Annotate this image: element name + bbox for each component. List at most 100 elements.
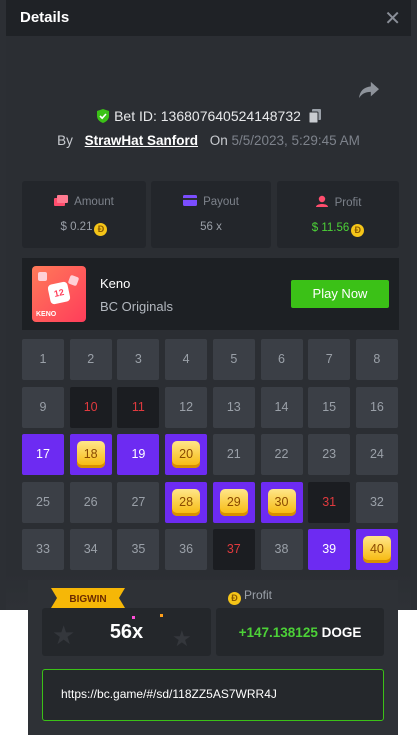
copy-icon[interactable] bbox=[308, 109, 321, 123]
on-label: On bbox=[209, 133, 228, 148]
payout-card-icon bbox=[183, 195, 198, 206]
keno-tile-33: 33 bbox=[22, 529, 64, 570]
share-link-field[interactable]: https://bc.game/#/sd/118ZZ5AS7WRR4J bbox=[42, 669, 384, 721]
thumbnail-title: KENO bbox=[36, 311, 57, 318]
bet-id-label: Bet ID: bbox=[114, 108, 157, 124]
keno-tile-26: 26 bbox=[69, 481, 112, 523]
keno-tile-36: 36 bbox=[165, 529, 208, 570]
keno-tile-29: 29 bbox=[212, 481, 255, 523]
gold-hit-tile: 29 bbox=[219, 488, 248, 516]
keno-thumbnail[interactable]: 12 KENO bbox=[32, 266, 86, 322]
keno-tile-10: 10 bbox=[69, 386, 112, 428]
keno-tile-3: 3 bbox=[117, 339, 160, 380]
result-profit-amount: +147.138125 bbox=[238, 625, 318, 640]
game-card: 12 KENO Keno BC Originals Play Now bbox=[22, 258, 399, 330]
profit-value: $ 11.56 bbox=[311, 222, 350, 234]
close-icon[interactable]: ✕ bbox=[384, 6, 401, 31]
payout-card: Payout 56 x bbox=[151, 181, 271, 248]
share-icon[interactable] bbox=[358, 80, 380, 100]
bigwin-badge-text: BIGWIN bbox=[69, 594, 106, 605]
modal-title: Details bbox=[20, 9, 70, 26]
thumbnail-dice-icon bbox=[38, 272, 47, 281]
result-currency: DOGE bbox=[321, 625, 362, 640]
keno-tile-7: 7 bbox=[308, 339, 351, 380]
keno-tile-19: 19 bbox=[117, 434, 160, 475]
bet-datetime: 5/5/2023, 5:29:45 AM bbox=[231, 133, 360, 148]
confetti-dot bbox=[132, 616, 135, 619]
keno-tile-23: 23 bbox=[308, 434, 351, 475]
gold-hit-tile: 30 bbox=[267, 488, 296, 516]
username-link[interactable]: StrawHat Sanford bbox=[85, 133, 198, 148]
by-label: By bbox=[57, 133, 73, 148]
play-now-button[interactable]: Play Now bbox=[291, 280, 389, 308]
keno-tile-15: 15 bbox=[308, 386, 351, 428]
verified-shield-icon bbox=[97, 109, 110, 123]
thumbnail-dice-icon bbox=[67, 274, 80, 287]
keno-tile-39: 39 bbox=[308, 529, 351, 570]
keno-tile-13: 13 bbox=[212, 386, 255, 428]
keno-tile-35: 35 bbox=[117, 529, 160, 570]
gold-hit-tile: 28 bbox=[172, 488, 201, 516]
modal-header: Details ✕ bbox=[6, 0, 411, 36]
keno-tile-38: 38 bbox=[260, 529, 303, 570]
game-name[interactable]: Keno bbox=[100, 276, 130, 291]
keno-tile-6: 6 bbox=[260, 339, 303, 380]
confetti-dot bbox=[160, 614, 163, 617]
keno-board: 1 2 3 4 5 6 7 8 9 10 11 12 13 14 15 16 17 18 19 20 21 22 23 24 2… bbox=[22, 339, 400, 573]
keno-tile-18: 18 bbox=[69, 434, 112, 475]
keno-tile-12: 12 bbox=[165, 386, 208, 428]
amount-card: Amount $ 0.21 Ð bbox=[22, 181, 146, 248]
payout-value: 56 x bbox=[200, 221, 222, 233]
profit-icon bbox=[315, 195, 328, 207]
share-link-url[interactable]: https://bc.game/#/sd/118ZZ5AS7WRR4J bbox=[61, 687, 277, 701]
result-profit-label: Profit bbox=[244, 588, 273, 602]
keno-tile-9: 9 bbox=[22, 386, 64, 428]
amount-label: Amount bbox=[74, 196, 114, 208]
keno-tile-14: 14 bbox=[260, 386, 303, 428]
background-right bbox=[411, 0, 417, 610]
bet-byline: By StrawHat Sanford On 5/5/2023, 5:29:45… bbox=[6, 133, 411, 148]
profit-label: Profit bbox=[334, 197, 362, 209]
keno-tile-4: 4 bbox=[165, 339, 208, 380]
profit-box: +147.138125 DOGE bbox=[216, 608, 384, 656]
keno-tile-28: 28 bbox=[165, 481, 208, 523]
thumbnail-ball-number: 12 bbox=[47, 281, 71, 305]
game-provider: BC Originals bbox=[100, 299, 173, 314]
money-icon bbox=[54, 195, 69, 206]
details-modal: Details ✕ Bet ID: 136807640524148732 By … bbox=[6, 0, 411, 610]
gold-hit-tile: 18 bbox=[76, 441, 105, 468]
bet-id-value: 136807640524148732 bbox=[160, 108, 301, 124]
keno-tile-30: 30 bbox=[260, 481, 303, 523]
keno-tile-37: 37 bbox=[212, 529, 255, 570]
result-multiplier: 56x bbox=[109, 621, 144, 643]
keno-tile-22: 22 bbox=[260, 434, 303, 475]
bet-id-line: Bet ID: 136807640524148732 bbox=[6, 108, 411, 124]
keno-tile-11: 11 bbox=[117, 386, 160, 428]
multiplier-box: ★ ★ 56x bbox=[42, 608, 211, 656]
keno-tile-17: 17 bbox=[22, 434, 64, 475]
share-panel: BIGWIN Ð Profit ★ ★ 56x +147.138125 DOGE … bbox=[28, 580, 398, 735]
keno-tile-1: 1 bbox=[22, 339, 64, 380]
keno-tile-32: 32 bbox=[355, 481, 398, 523]
keno-tile-21: 21 bbox=[212, 434, 255, 475]
amount-value: $ 0.21 bbox=[60, 221, 93, 233]
keno-tile-25: 25 bbox=[22, 481, 64, 523]
keno-tile-40: 40 bbox=[355, 529, 398, 570]
keno-tile-8: 8 bbox=[355, 339, 398, 380]
coin-icon: Ð bbox=[94, 223, 108, 236]
keno-tile-34: 34 bbox=[69, 529, 112, 570]
payout-label: Payout bbox=[203, 196, 239, 208]
keno-tile-5: 5 bbox=[212, 339, 255, 380]
keno-tile-2: 2 bbox=[69, 339, 112, 380]
keno-tile-31: 31 bbox=[308, 481, 351, 523]
gold-hit-tile: 20 bbox=[172, 441, 201, 468]
keno-tile-27: 27 bbox=[117, 481, 160, 523]
keno-tile-16: 16 bbox=[355, 386, 398, 428]
coin-icon: Ð bbox=[228, 592, 241, 605]
gold-hit-tile: 40 bbox=[362, 536, 391, 563]
keno-tile-24: 24 bbox=[355, 434, 398, 475]
keno-tile-20: 20 bbox=[165, 434, 208, 475]
profit-card: Profit $ 11.56 Ð bbox=[277, 181, 399, 248]
bigwin-badge: BIGWIN bbox=[51, 588, 125, 608]
coin-icon: Ð bbox=[351, 224, 365, 237]
